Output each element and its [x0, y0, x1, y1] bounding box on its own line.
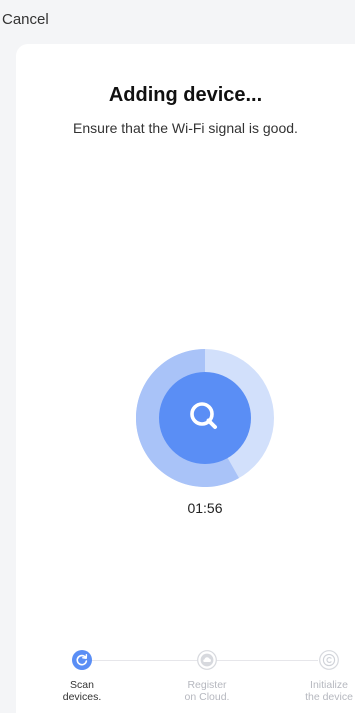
refresh-icon	[72, 650, 92, 670]
countdown-timer: 01:56	[187, 500, 223, 516]
top-bar: Cancel	[0, 0, 355, 44]
step-label: Scan devices.	[62, 679, 102, 703]
cloud-icon	[197, 650, 217, 670]
page-subtitle: Ensure that the Wi-Fi signal is good.	[73, 120, 298, 136]
progress-ring-graphic	[135, 348, 274, 487]
progress-spinner	[135, 348, 274, 487]
step-label: Register on Cloud.	[184, 679, 230, 703]
page-title: Adding device...	[108, 84, 263, 106]
copyright-icon	[319, 650, 339, 670]
cancel-button[interactable]: Cancel	[2, 11, 49, 28]
step-connector	[216, 660, 318, 661]
progress-steps: Scan devices. Register on Cloud. Initial…	[16, 640, 355, 713]
adding-device-card: Adding device... Ensure that the Wi-Fi s…	[16, 44, 355, 713]
step-connector	[81, 660, 201, 661]
step-label: Initialize the device	[305, 679, 353, 703]
